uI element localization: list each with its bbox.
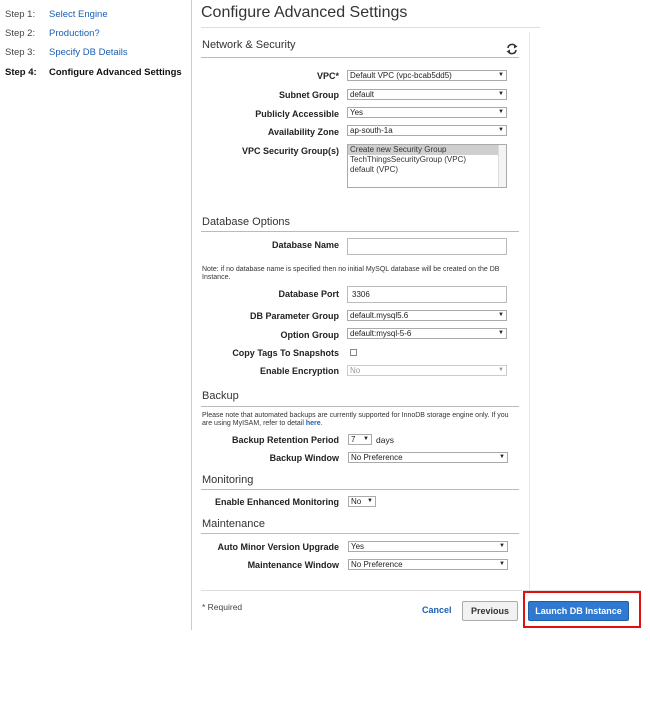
chevron-down-icon: ▼: [498, 312, 504, 318]
launch-db-instance-button[interactable]: Launch DB Instance: [528, 601, 629, 621]
step-3[interactable]: Step 3: Specify DB Details: [5, 47, 128, 58]
step-label-configure-advanced: Configure Advanced Settings: [49, 67, 182, 78]
section-title-maintenance: Maintenance: [202, 518, 265, 530]
option-group-label: Option Group: [280, 330, 340, 340]
step-4-current: Step 4: Configure Advanced Settings: [5, 67, 182, 78]
subnet-group-value: default: [350, 90, 375, 99]
subnet-group-label: Subnet Group: [279, 90, 339, 100]
section-divider: [201, 406, 519, 407]
required-note: * Required: [202, 602, 243, 612]
maintenance-window-select[interactable]: No Preference ▼: [348, 559, 508, 570]
vpc-value: Default VPC (vpc-bcab5dd5): [350, 71, 452, 80]
step-link-select-engine[interactable]: Select Engine: [49, 9, 108, 20]
vpc-select[interactable]: Default VPC (vpc-bcab5dd5) ▼: [347, 70, 507, 81]
backup-window-select[interactable]: No Preference ▼: [348, 452, 508, 463]
vpc-security-groups-listbox[interactable]: Create new Security Group TechThingsSecu…: [347, 144, 507, 188]
availability-zone-select[interactable]: ap-south-1a ▼: [347, 125, 507, 136]
section-title-monitoring: Monitoring: [202, 474, 254, 486]
availability-zone-value: ap-south-1a: [350, 126, 393, 135]
backup-note: Please note that automated backups are c…: [202, 412, 509, 427]
database-name-input[interactable]: [347, 238, 507, 255]
option-group-value: default:mysql-5-6: [350, 329, 412, 338]
enable-encryption-select: No ▼: [347, 365, 507, 376]
backup-retention-label: Backup Retention Period: [231, 435, 339, 445]
page-title: Configure Advanced Settings: [201, 4, 408, 21]
chevron-down-icon: ▼: [363, 436, 369, 442]
subnet-group-select[interactable]: default ▼: [347, 89, 507, 100]
backup-note-text: Please note that automated backups are c…: [202, 412, 509, 427]
backup-retention-value: 7: [351, 435, 356, 444]
chevron-down-icon: ▼: [498, 72, 504, 78]
section-divider: [201, 57, 519, 58]
section-divider: [201, 489, 519, 490]
panel-border: [529, 32, 530, 592]
previous-button[interactable]: Previous: [462, 601, 518, 621]
db-parameter-group-label: DB Parameter Group: [249, 311, 339, 321]
chevron-down-icon: ▼: [499, 543, 505, 549]
option-group-select[interactable]: default:mysql-5-6 ▼: [347, 328, 507, 339]
maintenance-window-label: Maintenance Window: [247, 560, 339, 570]
chevron-down-icon: ▼: [498, 127, 504, 133]
db-parameter-group-value: default.mysql5.6: [350, 311, 409, 320]
cancel-button[interactable]: Cancel: [422, 605, 452, 615]
days-label: days: [376, 435, 394, 445]
step-2[interactable]: Step 2: Production?: [5, 28, 100, 39]
backup-detail-link[interactable]: here: [306, 420, 321, 427]
maintenance-window-value: No Preference: [351, 560, 403, 569]
listbox-scrollbar[interactable]: [498, 145, 506, 187]
list-item[interactable]: TechThingsSecurityGroup (VPC): [348, 155, 506, 165]
publicly-accessible-label: Publicly Accessible: [255, 109, 339, 119]
auto-minor-upgrade-select[interactable]: Yes ▼: [348, 541, 508, 552]
step-number: Step 1:: [5, 9, 36, 20]
chevron-down-icon: ▼: [498, 330, 504, 336]
enable-encryption-label: Enable Encryption: [259, 366, 339, 376]
enable-encryption-value: No: [350, 366, 361, 375]
copy-tags-label: Copy Tags To Snapshots: [232, 348, 339, 358]
section-divider: [201, 231, 519, 232]
step-1[interactable]: Step 1: Select Engine: [5, 9, 108, 20]
step-link-specify-db-details[interactable]: Specify DB Details: [49, 47, 128, 58]
title-divider: [201, 27, 540, 28]
list-item[interactable]: Create new Security Group: [348, 145, 506, 155]
chevron-down-icon: ▼: [498, 109, 504, 115]
enhanced-monitoring-label: Enable Enhanced Monitoring: [214, 497, 339, 507]
database-name-note: Note: if no database name is specified t…: [202, 266, 500, 281]
step-number: Step 2:: [5, 28, 36, 39]
refresh-icon[interactable]: [505, 42, 519, 56]
section-title-network: Network & Security: [202, 39, 296, 51]
backup-retention-select[interactable]: 7 ▼: [348, 434, 372, 445]
chevron-down-icon: ▼: [499, 454, 505, 460]
step-number: Step 3:: [5, 47, 36, 58]
db-parameter-group-select[interactable]: default.mysql5.6 ▼: [347, 310, 507, 321]
sidebar-divider: [191, 0, 192, 630]
chevron-down-icon: ▼: [367, 498, 373, 504]
vpc-label: VPC*: [316, 71, 339, 81]
publicly-accessible-value: Yes: [350, 108, 364, 117]
auto-minor-upgrade-value: Yes: [351, 542, 365, 551]
enhanced-monitoring-value: No: [351, 497, 362, 506]
database-port-label: Database Port: [278, 289, 339, 299]
section-title-backup: Backup: [202, 390, 239, 402]
backup-window-label: Backup Window: [269, 453, 339, 463]
vpc-security-groups-label: VPC Security Group(s): [241, 146, 339, 156]
database-port-input[interactable]: 3306: [347, 286, 507, 303]
section-title-database: Database Options: [202, 216, 291, 228]
step-link-production[interactable]: Production?: [49, 28, 100, 39]
step-number: Step 4:: [5, 67, 37, 78]
auto-minor-upgrade-label: Auto Minor Version Upgrade: [217, 542, 339, 552]
availability-zone-label: Availability Zone: [267, 127, 339, 137]
database-name-label: Database Name: [271, 240, 339, 250]
publicly-accessible-select[interactable]: Yes ▼: [347, 107, 507, 118]
backup-window-value: No Preference: [351, 453, 403, 462]
enhanced-monitoring-select[interactable]: No ▼: [348, 496, 376, 507]
chevron-down-icon: ▼: [499, 561, 505, 567]
chevron-down-icon: ▼: [498, 91, 504, 97]
chevron-down-icon: ▼: [498, 367, 504, 373]
section-divider: [201, 533, 519, 534]
list-item[interactable]: default (VPC): [348, 165, 506, 175]
copy-tags-checkbox[interactable]: [350, 349, 357, 356]
